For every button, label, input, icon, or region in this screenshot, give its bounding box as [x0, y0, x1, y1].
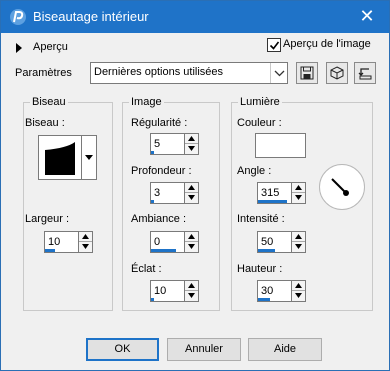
depth-increment-button[interactable]: [185, 183, 198, 193]
bevel-group: Biseau: [23, 96, 113, 311]
width-decrement-button[interactable]: [79, 242, 92, 252]
intensity-input[interactable]: 50: [257, 231, 292, 253]
ambiance-input[interactable]: 0: [150, 231, 185, 253]
bevel-shape-icon: [45, 142, 75, 175]
presets-select[interactable]: Dernières options utilisées: [90, 62, 288, 84]
help-button[interactable]: Aide: [248, 338, 322, 361]
regularity-label: Régularité :: [131, 117, 188, 129]
height-increment-button[interactable]: [292, 281, 305, 291]
depth-value: 3: [154, 187, 161, 199]
depth-label: Profondeur :: [131, 165, 192, 177]
image-group-title: Image: [129, 96, 164, 108]
bevel-shape-preview[interactable]: [38, 135, 82, 180]
angle-decrement-button[interactable]: [292, 193, 305, 203]
height-input[interactable]: 30: [257, 280, 292, 302]
image-preview-label: Aperçu de l'image: [283, 38, 371, 50]
chevron-down-icon[interactable]: [270, 63, 287, 83]
angle-value: 315: [261, 187, 280, 199]
checkmark-icon: [269, 41, 280, 50]
cancel-button[interactable]: Annuler: [167, 338, 241, 361]
depth-spinner[interactable]: 3: [150, 182, 199, 204]
width-label: Largeur :: [25, 213, 70, 225]
color-label: Couleur :: [237, 117, 282, 129]
triangle-right-icon: [16, 43, 22, 53]
light-color-swatch[interactable]: [255, 133, 306, 158]
intensity-increment-button[interactable]: [292, 232, 305, 242]
ok-button[interactable]: OK: [86, 338, 159, 361]
regularity-increment-button[interactable]: [185, 134, 198, 144]
angle-spinner[interactable]: 315: [257, 182, 306, 204]
height-value: 30: [261, 285, 274, 297]
reset-preset-button[interactable]: [326, 62, 348, 84]
angle-label: Angle :: [237, 165, 272, 177]
dialog-window: Biseautage intérieur ✕ Aperçu Aperçu de …: [0, 0, 390, 371]
height-decrement-button[interactable]: [292, 291, 305, 301]
eclat-level-bar: [151, 298, 155, 301]
angle-increment-button[interactable]: [292, 183, 305, 193]
ambiance-spinner[interactable]: 0: [150, 231, 199, 253]
width-value: 10: [48, 236, 61, 248]
width-increment-button[interactable]: [79, 232, 92, 242]
regularity-level-bar: [151, 151, 155, 154]
width-input[interactable]: 10: [44, 231, 79, 253]
bevel-shape-dropdown[interactable]: [82, 135, 97, 180]
depth-decrement-button[interactable]: [185, 193, 198, 203]
save-preset-icon: [300, 66, 314, 80]
angle-dial-pointer-icon: [331, 178, 349, 196]
restore-preset-button[interactable]: [354, 62, 376, 84]
app-logo-icon: [10, 9, 26, 25]
angle-dial[interactable]: [319, 164, 365, 210]
eclat-value: 10: [154, 285, 167, 297]
height-spinner[interactable]: 30: [257, 280, 306, 302]
close-button[interactable]: ✕: [345, 1, 389, 32]
presets-label: Paramètres: [15, 67, 72, 79]
intensity-spinner[interactable]: 50: [257, 231, 306, 253]
intensity-label: Intensité :: [237, 213, 285, 225]
depth-input[interactable]: 3: [150, 182, 185, 204]
ambiance-increment-button[interactable]: [185, 232, 198, 242]
angle-level-bar: [258, 200, 288, 203]
eclat-label: Éclat :: [131, 263, 162, 275]
bevel-label: Biseau :: [25, 117, 65, 129]
width-spinner[interactable]: 10: [44, 231, 93, 253]
angle-input[interactable]: 315: [257, 182, 292, 204]
eclat-increment-button[interactable]: [185, 281, 198, 291]
regularity-input[interactable]: 5: [150, 133, 185, 155]
width-level-bar: [45, 249, 55, 252]
ambiance-label: Ambiance :: [131, 213, 187, 225]
ambiance-value: 0: [154, 236, 161, 248]
window-title: Biseautage intérieur: [33, 9, 149, 24]
regularity-decrement-button[interactable]: [185, 144, 198, 154]
eclat-decrement-button[interactable]: [185, 291, 198, 301]
ambiance-decrement-button[interactable]: [185, 242, 198, 252]
ambiance-level-bar: [151, 249, 176, 252]
close-icon: ✕: [359, 6, 375, 26]
preview-toggle-label: Aperçu: [33, 41, 68, 53]
depth-level-bar: [151, 200, 155, 203]
eclat-spinner[interactable]: 10: [150, 280, 199, 302]
height-level-bar: [258, 298, 270, 301]
restore-icon: [358, 68, 372, 80]
presets-selected-value: Dernières options utilisées: [94, 66, 224, 78]
image-preview-checkbox[interactable]: [267, 38, 281, 52]
height-label: Hauteur :: [237, 263, 283, 275]
title-bar[interactable]: Biseautage intérieur ✕: [1, 1, 389, 33]
eclat-input[interactable]: 10: [150, 280, 185, 302]
regularity-spinner[interactable]: 5: [150, 133, 199, 155]
reset-cube-icon: [330, 66, 344, 80]
caret-down-icon: [85, 155, 93, 160]
intensity-value: 50: [261, 236, 274, 248]
light-group-title: Lumière: [238, 96, 282, 108]
save-preset-button[interactable]: [296, 62, 318, 84]
intensity-decrement-button[interactable]: [292, 242, 305, 252]
regularity-value: 5: [154, 138, 161, 150]
intensity-level-bar: [258, 249, 275, 252]
bevel-group-title: Biseau: [30, 96, 68, 108]
